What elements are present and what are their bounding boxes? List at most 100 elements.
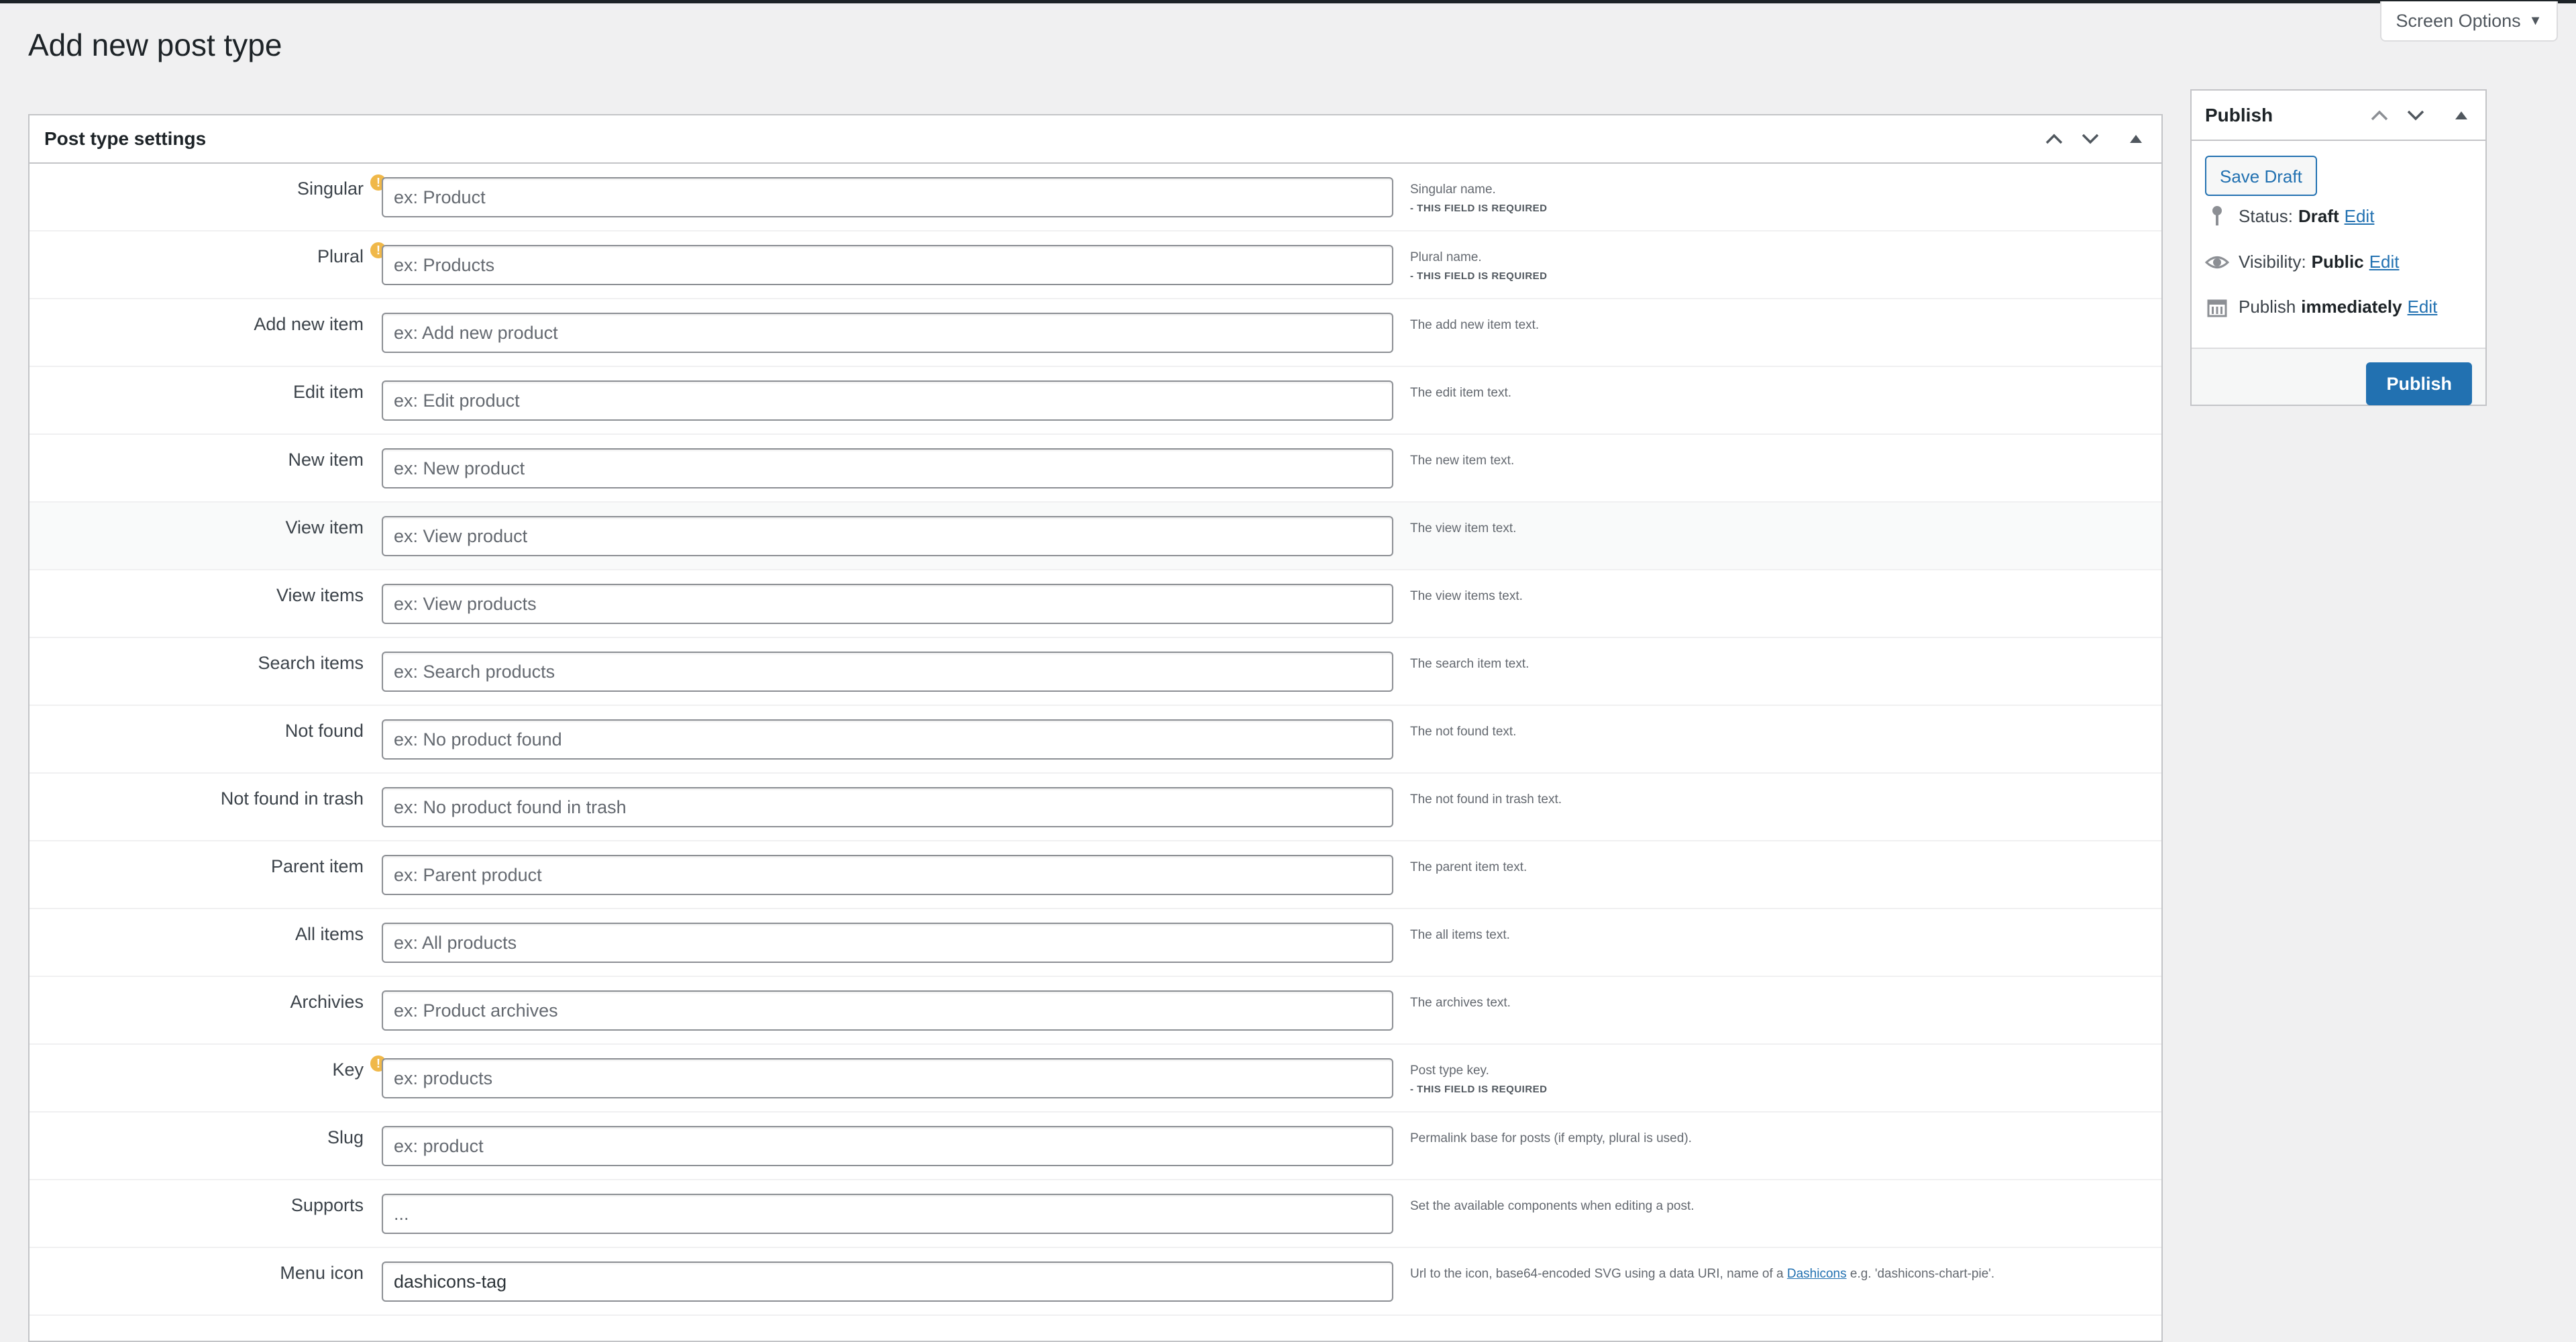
field-help: Singular name. - THIS FIELD IS REQUIRED (1410, 180, 1548, 217)
field-label: Supports (291, 1195, 364, 1216)
publish-toggle-panel-button[interactable] (2451, 105, 2472, 126)
status-label: Status: (2239, 205, 2293, 226)
field-input[interactable] (382, 313, 1393, 353)
publish-box-title: Publish (2205, 104, 2273, 125)
field-input[interactable] (382, 380, 1393, 421)
field-label-text: Add new item (254, 314, 364, 334)
settings-row: Key! Post type key. - THIS FIELD IS REQUIR… (30, 1045, 2161, 1113)
page-title: Add new post type (28, 28, 282, 62)
help-text: Url to the icon, base64-encoded SVG usin… (1410, 1267, 1787, 1281)
field-input[interactable] (382, 1194, 1393, 1234)
field-help: The add new item text. (1410, 315, 1539, 336)
publish-box-header: Publish (2192, 91, 2485, 141)
field-help: Post type key. - THIS FIELD IS REQUIRED (1410, 1061, 1548, 1098)
field-label-text: All items (294, 924, 364, 944)
field-label: Plural! (317, 242, 386, 267)
move-down-button[interactable] (2080, 128, 2101, 150)
field-input[interactable] (382, 787, 1393, 827)
field-input[interactable] (382, 448, 1393, 488)
publish-move-down-button[interactable] (2405, 105, 2426, 126)
save-draft-button[interactable]: Save Draft (2205, 156, 2317, 196)
field-label: Singular! (297, 174, 386, 199)
field-label-text: Menu icon (280, 1263, 364, 1283)
major-publishing-actions: Publish (2192, 348, 2485, 405)
help-text: The not found text. (1410, 725, 1517, 739)
field-help: The new item text. (1410, 451, 1514, 471)
field-help: Set the available components when editin… (1410, 1196, 1695, 1217)
settings-row: Slug Permalink base for posts (if empty, … (30, 1113, 2161, 1180)
top-bar (0, 0, 2576, 3)
field-input[interactable] (382, 855, 1393, 895)
help-text: Set the available components when editin… (1410, 1199, 1695, 1213)
publish-button[interactable]: Publish (2366, 362, 2472, 405)
field-label-text: New item (288, 450, 364, 470)
field-label: New item (288, 450, 364, 470)
field-input[interactable] (382, 177, 1393, 217)
field-input[interactable] (382, 584, 1393, 624)
field-input[interactable] (382, 990, 1393, 1031)
settings-row: Add new item The add new item text. (30, 299, 2161, 367)
field-label: View items (276, 585, 364, 606)
field-label: All items (295, 924, 364, 945)
edit-status-link[interactable]: Edit (2345, 206, 2375, 227)
field-input[interactable] (382, 516, 1393, 556)
chevron-up-icon (2371, 110, 2388, 120)
visibility-value: Public (2311, 252, 2364, 272)
field-label-text: Edit item (292, 382, 364, 402)
publish-box: Publish Save Draft Status: Draft Edit Vi… (2190, 89, 2487, 406)
pin-icon (2205, 205, 2229, 227)
required-note: - THIS FIELD IS REQUIRED (1410, 1084, 1548, 1095)
chevron-down-icon (2407, 110, 2424, 120)
help-text: Permalink base for posts (if empty, plur… (1410, 1131, 1692, 1145)
publish-label: Publish (2239, 297, 2296, 317)
field-help: The view item text. (1410, 519, 1516, 539)
field-label-text: Not found (284, 721, 364, 741)
field-label-text: Key (332, 1060, 364, 1080)
edit-visibility-link[interactable]: Edit (2369, 252, 2400, 272)
field-input[interactable] (382, 923, 1393, 963)
help-text: The new item text. (1410, 454, 1515, 468)
status-row: Status: Draft Edit (2205, 205, 2374, 227)
field-label-text: Not found in trash (220, 788, 364, 809)
edit-publish-date-link[interactable]: Edit (2408, 297, 2438, 317)
field-input[interactable] (382, 1058, 1393, 1098)
field-help: Permalink base for posts (if empty, plur… (1410, 1129, 1692, 1149)
field-input[interactable] (382, 1261, 1393, 1302)
settings-row: Not found in trash The not found in trash… (30, 774, 2161, 841)
field-label-text: Slug (327, 1127, 364, 1147)
move-up-button[interactable] (2043, 128, 2065, 150)
toggle-panel-button[interactable] (2125, 128, 2147, 150)
help-text: The add new item text. (1410, 318, 1540, 332)
field-label-text: Plural (317, 246, 364, 266)
field-label-text: Singular (297, 178, 364, 199)
settings-row: Search items The search item text. (30, 638, 2161, 706)
chevron-up-icon (2045, 134, 2063, 144)
field-input[interactable] (382, 245, 1393, 285)
screen-options-button[interactable]: Screen Options ▼ (2380, 1, 2558, 42)
visibility-label: Visibility: (2239, 252, 2306, 272)
postbox-header: Post type settings (30, 115, 2161, 164)
field-input[interactable] (382, 719, 1393, 760)
eye-icon (2205, 255, 2229, 270)
field-label-text: View item (285, 517, 364, 537)
dashicons-link[interactable]: Dashicons (1787, 1267, 1847, 1281)
publish-timing-value: immediately (2301, 297, 2402, 317)
chevron-down-icon (2082, 134, 2099, 144)
field-help: The not found in trash text. (1410, 790, 1562, 810)
settings-row: Supports Set the available components whe… (30, 1180, 2161, 1248)
field-label: Slug (327, 1127, 364, 1148)
field-label: Add new item (254, 314, 364, 335)
required-note: - THIS FIELD IS REQUIRED (1410, 270, 1548, 282)
field-label-text: View items (276, 585, 364, 605)
status-value: Draft (2298, 205, 2339, 226)
settings-row: Menu icon Url to the icon, base64-encoded… (30, 1248, 2161, 1316)
field-input[interactable] (382, 1126, 1393, 1166)
field-help: The edit item text. (1410, 383, 1511, 403)
field-input[interactable] (382, 652, 1393, 692)
field-label-text: Supports (290, 1195, 364, 1215)
screen-options-label: Screen Options (2396, 10, 2521, 31)
help-text: e.g. 'dashicons-chart-pie'. (1846, 1267, 1995, 1281)
field-label: Key! (332, 1055, 386, 1080)
help-text: Plural name. (1410, 250, 1482, 264)
publish-move-up-button[interactable] (2369, 105, 2390, 126)
